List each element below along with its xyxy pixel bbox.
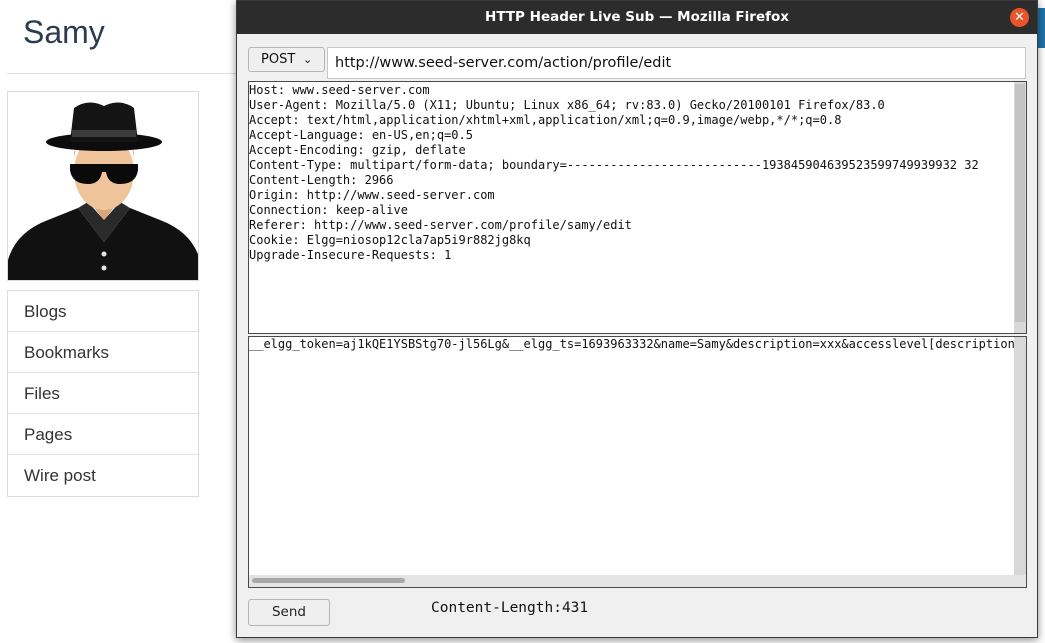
sidebar-item-wire-post[interactable]: Wire post (8, 455, 198, 496)
sidebar-item-bookmarks[interactable]: Bookmarks (8, 332, 198, 373)
http-header-live-window: HTTP Header Live Sub — Mozilla Firefox ✕… (236, 0, 1038, 638)
request-headers-text: Host: www.seed-server.com User-Agent: Mo… (249, 83, 979, 262)
spy-avatar-icon (8, 102, 198, 280)
sidebar-item-pages[interactable]: Pages (8, 414, 198, 455)
close-icon[interactable]: ✕ (1010, 8, 1029, 27)
headers-vertical-scrollbar[interactable] (1014, 82, 1026, 333)
request-body-textarea[interactable]: __elgg_token=aj1kQE1YSBStg70-jl56Lg&__el… (248, 336, 1027, 588)
sidebar-menu: Blogs Bookmarks Files Pages Wire post (7, 290, 199, 497)
sidebar-item-files[interactable]: Files (8, 373, 198, 414)
request-headers-textarea[interactable]: Host: www.seed-server.com User-Agent: Mo… (248, 81, 1027, 334)
method-label: POST (261, 52, 296, 67)
url-input[interactable]: http://www.seed-server.com/action/profil… (327, 47, 1026, 79)
header-divider (7, 73, 247, 74)
content-length-label: Content-Length:431 (431, 600, 589, 616)
site-title[interactable]: Samy (23, 14, 105, 51)
request-body-text: __elgg_token=aj1kQE1YSBStg70-jl56Lg&__el… (249, 337, 1015, 351)
send-button[interactable]: Send (248, 599, 330, 626)
body-horizontal-scrollbar-thumb[interactable] (252, 578, 405, 583)
method-dropdown[interactable]: POST ⌄ (248, 47, 325, 72)
profile-avatar (7, 91, 199, 281)
body-vertical-scrollbar[interactable] (1014, 337, 1026, 575)
body-horizontal-scrollbar[interactable] (249, 575, 1026, 587)
window-title: HTTP Header Live Sub — Mozilla Firefox (485, 9, 789, 25)
sidebar-item-blogs[interactable]: Blogs (8, 291, 198, 332)
headers-scrollbar-thumb[interactable] (1015, 84, 1025, 322)
window-titlebar[interactable]: HTTP Header Live Sub — Mozilla Firefox ✕ (237, 1, 1037, 34)
chevron-down-icon: ⌄ (303, 53, 313, 66)
